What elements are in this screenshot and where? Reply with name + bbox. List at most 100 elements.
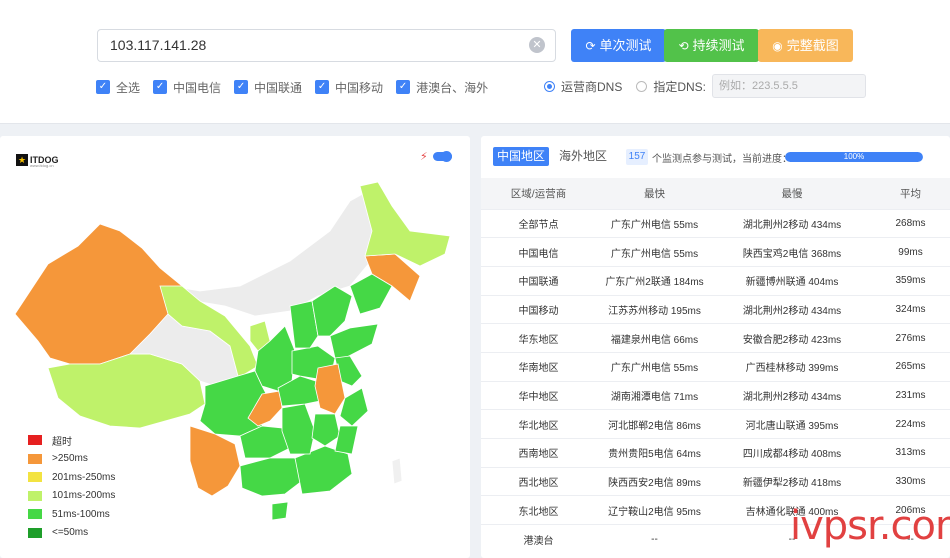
cell-region: 华东地区 [518, 334, 559, 346]
region-jiangxi[interactable] [311, 413, 341, 447]
cell-fastest: 河北邯郸2电信 86ms [608, 420, 701, 432]
cell-average: 276ms [895, 332, 926, 344]
cell-fastest: 贵州贵阳5电信 64ms [608, 449, 701, 461]
cell-slowest: 河北唐山联通 395ms [745, 420, 839, 432]
header-region: 区域/运营商 [510, 187, 567, 200]
region-guangxi[interactable] [239, 457, 303, 497]
table-row: 全部节点 广东广州电信 55ms 湖北荆州2移动 434ms 268ms [481, 209, 950, 238]
operator-dns-label: 运营商DNS [561, 79, 623, 94]
legend-item[interactable]: 101ms-200ms [28, 487, 115, 506]
legend-item[interactable]: 超时 [28, 431, 115, 450]
tab-overseas[interactable]: 海外地区 [555, 147, 611, 166]
cell-fastest: 湖南湘潭电信 71ms [610, 391, 699, 403]
progress-bar: 100% [785, 152, 923, 162]
cell-slowest: 新疆博州联通 404ms [745, 277, 839, 289]
checkmark-icon: ✓ [96, 80, 110, 94]
legend-label: 51ms-100ms [52, 508, 110, 520]
cell-average: 324ms [895, 303, 926, 315]
camera-icon: ◉ [772, 39, 783, 53]
node-count-badge: 157 [626, 149, 648, 165]
cell-region: 全部节点 [518, 219, 559, 231]
screenshot-label: 完整截图 [786, 38, 839, 53]
table-row: 华南地区 广东广州电信 55ms 广西桂林移动 399ms 265ms [481, 352, 950, 381]
legend-label: 101ms-200ms [52, 490, 116, 502]
cell-slowest: 新疆伊犁2移动 418ms [742, 478, 842, 490]
checkbox-telecom[interactable]: ✓ 中国电信 [153, 79, 221, 96]
checkbox-unicom[interactable]: ✓ 中国联通 [234, 79, 302, 96]
cell-average: 99ms [898, 246, 923, 258]
lightning-icon: ⚡ [420, 151, 428, 163]
cell-average: 265ms [895, 361, 926, 373]
table-row: 中国联通 广东广州2联通 184ms 新疆博州联通 404ms 359ms [481, 266, 950, 295]
checkbox-label: 中国移动 [335, 80, 384, 95]
region-hainan[interactable] [271, 501, 289, 521]
cell-average: 224ms [895, 418, 926, 430]
legend-label: >250ms [52, 453, 88, 465]
legend-item[interactable]: 201ms-250ms [28, 468, 115, 487]
progress-caption: 个监测点参与测试，当前进度： [652, 154, 792, 165]
target-input[interactable]: 103.117.141.28 [97, 29, 556, 62]
radio-operator-dns[interactable] [544, 80, 555, 92]
tab-china[interactable]: 中国地区 [493, 147, 550, 166]
checkbox-overseas[interactable]: ✓ 港澳台、海外 [396, 79, 488, 96]
checkmark-icon: ✓ [234, 80, 249, 94]
clear-input-icon[interactable]: ✕ [529, 37, 545, 53]
cell-fastest: 广东广州电信 55ms [610, 363, 699, 375]
single-test-button[interactable]: ⟳ 单次测试 [571, 29, 666, 62]
isp-filter-group: ✓ 全选 ✓ 中国电信 ✓ 中国联通 ✓ 中国移动 ✓ 港澳台、海外 [96, 79, 501, 95]
legend-item[interactable]: <=50ms [28, 524, 115, 543]
cell-region: 华北地区 [518, 420, 559, 432]
continuous-test-button[interactable]: ⟲ 持续测试 [664, 29, 759, 62]
test-form-card: 103.117.141.28 ✕ ⟳ 单次测试 ⟲ 持续测试 ◉ 完整截图 ✓ 全选 ✓… [0, 0, 950, 124]
legend-item[interactable]: 51ms-100ms [28, 505, 115, 524]
continuous-test-label: 持续测试 [692, 38, 745, 53]
refresh-icon: ⟳ [585, 39, 596, 53]
region-tabs: 中国地区 海外地区 [493, 147, 617, 166]
cell-fastest: 广东广州电信 55ms [610, 248, 699, 260]
cell-slowest: 陕西宝鸡2电信 368ms [742, 248, 842, 260]
cell-average: 330ms [895, 476, 926, 488]
screenshot-button[interactable]: ◉ 完整截图 [758, 29, 853, 62]
header-fastest: 最快 [644, 187, 665, 200]
map-card: ★ ITDOG www.itdog.cn ⚡ 超时 >250ms 201ms-25… [0, 136, 470, 558]
latency-legend: 超时 >250ms 201ms-250ms 101ms-200ms 51ms-1… [28, 431, 115, 542]
dns-selector: 运营商DNS 指定DNS: 例如：223.5.5.5 [544, 74, 867, 98]
cell-region: 中国联通 [518, 277, 559, 289]
cell-region: 华中地区 [518, 391, 559, 403]
cell-fastest: 陕西西安2电信 89ms [608, 478, 701, 490]
checkbox-label: 港澳台、海外 [416, 80, 489, 95]
cell-slowest: 四川成都4移动 408ms [742, 449, 842, 461]
custom-dns-input[interactable]: 例如：223.5.5.5 [712, 74, 867, 98]
region-taiwan[interactable] [391, 457, 403, 485]
table-row: 华北地区 河北邯郸2电信 86ms 河北唐山联通 395ms 224ms [481, 409, 950, 439]
region-yunnan[interactable] [189, 425, 241, 497]
cell-region: 西北地区 [518, 478, 559, 490]
cell-region: 西南地区 [518, 449, 559, 461]
checkmark-icon: ✓ [153, 80, 168, 94]
cell-average: 231ms [895, 389, 926, 401]
single-test-label: 单次测试 [599, 38, 652, 53]
legend-swatch [28, 527, 42, 538]
cell-average: 313ms [895, 447, 926, 459]
legend-swatch [28, 435, 42, 446]
logo-url: www.itdog.cn [30, 163, 54, 168]
region-heilongjiang[interactable] [359, 181, 451, 267]
table-row: 西南地区 贵州贵阳5电信 64ms 四川成都4移动 408ms 313ms [481, 438, 950, 468]
table-header: 区域/运营商 最快 最慢 平均 [481, 178, 950, 209]
dog-logo-icon: ★ [16, 154, 28, 166]
legend-label: 201ms-250ms [52, 471, 116, 483]
checkbox-mobile[interactable]: ✓ 中国移动 [315, 79, 383, 96]
radio-custom-dns[interactable] [636, 80, 648, 92]
cell-region: 中国移动 [518, 305, 559, 317]
cell-region: 港澳台 [523, 535, 554, 547]
cell-slowest: 湖北荆州2移动 434ms [742, 305, 842, 317]
cell-slowest: 安徽合肥2移动 423ms [742, 334, 842, 346]
legend-item[interactable]: >250ms [28, 450, 115, 469]
region-tibet[interactable] [47, 353, 206, 429]
header-average: 平均 [900, 187, 921, 200]
cell-fastest: 福建泉州电信 66ms [610, 334, 699, 346]
map-mode-toggle[interactable] [433, 151, 452, 162]
checkbox-all[interactable]: ✓ 全选 [96, 79, 140, 96]
cell-fastest: 广东广州电信 55ms [610, 219, 699, 231]
legend-label: <=50ms [52, 527, 89, 539]
